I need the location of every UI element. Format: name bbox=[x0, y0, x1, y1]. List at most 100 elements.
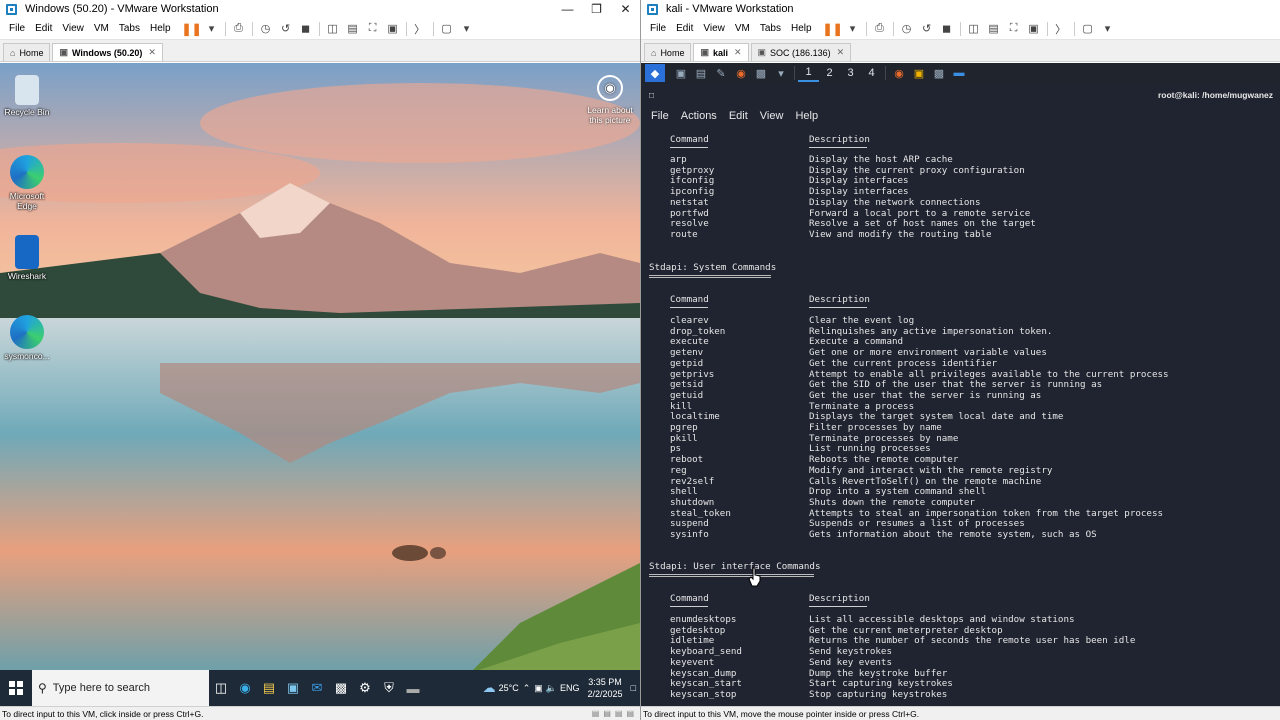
library-icon[interactable]: ◫ bbox=[964, 20, 984, 38]
terminal-icon[interactable]: ▩ bbox=[751, 64, 771, 82]
library-icon[interactable]: ◫ bbox=[323, 20, 343, 38]
tab-home[interactable]: ⌂ Home bbox=[3, 43, 51, 61]
weather-temp[interactable]: 25°C bbox=[499, 683, 519, 693]
send-ctrl-alt-del-icon[interactable]: ⎙ bbox=[229, 20, 249, 38]
dropdown-icon[interactable]: ▾ bbox=[457, 20, 477, 38]
app-icon[interactable]: ▬ bbox=[401, 670, 425, 706]
file-manager-icon[interactable]: ▤ bbox=[691, 64, 711, 82]
file-explorer-icon[interactable]: ▤ bbox=[257, 670, 281, 706]
menu-file[interactable]: File bbox=[645, 23, 671, 34]
network-icon[interactable]: ▣ bbox=[534, 683, 543, 694]
burp-icon[interactable]: ▣ bbox=[909, 64, 929, 82]
fullscreen-icon[interactable]: ⛶ bbox=[363, 20, 383, 38]
desktop-icon-recycle-bin[interactable]: Recycle Bin bbox=[2, 75, 52, 117]
learn-about-picture[interactable]: ◉ Learn about this picture bbox=[586, 75, 634, 125]
mail-icon[interactable]: ✉ bbox=[305, 670, 329, 706]
pause-icon[interactable]: ❚❚ bbox=[182, 20, 202, 38]
menu-help[interactable]: Help bbox=[786, 23, 817, 34]
console-icon[interactable]: 〉 bbox=[1051, 20, 1071, 38]
tab-windows[interactable]: ▣ Windows (50.20) ✕ bbox=[52, 43, 163, 61]
text-editor-icon[interactable]: ✎ bbox=[711, 64, 731, 82]
desktop-icon-edge[interactable]: Microsoft Edge bbox=[2, 155, 52, 211]
fullscreen-icon[interactable]: ⛶ bbox=[1004, 20, 1024, 38]
dropdown-icon[interactable]: ▾ bbox=[202, 20, 222, 38]
firefox-icon[interactable]: ◉ bbox=[889, 64, 909, 82]
weather-icon[interactable]: ☁ bbox=[483, 680, 496, 696]
terminal-icon[interactable]: ▩ bbox=[329, 670, 353, 706]
device-icon[interactable]: ▤ bbox=[603, 709, 611, 718]
restore-icon[interactable]: ❐ bbox=[582, 0, 611, 18]
unity-icon[interactable]: ▣ bbox=[1024, 20, 1044, 38]
security-icon[interactable]: ⛨ bbox=[377, 670, 401, 706]
firefox-icon[interactable]: ◉ bbox=[731, 64, 751, 82]
menu-vm[interactable]: VM bbox=[89, 23, 114, 34]
stretch-icon[interactable]: ▢ bbox=[437, 20, 457, 38]
menu-help[interactable]: Help bbox=[145, 23, 176, 34]
show-desktop-icon[interactable]: ▣ bbox=[671, 64, 691, 82]
windows-guest-screen[interactable]: Recycle Bin Microsoft Edge Wireshark sys… bbox=[0, 63, 640, 706]
revert-snapshot-icon[interactable]: ↺ bbox=[276, 20, 296, 38]
console-icon[interactable]: 〉 bbox=[410, 20, 430, 38]
menu-view[interactable]: View bbox=[698, 23, 730, 34]
menu-edit[interactable]: Edit bbox=[671, 23, 698, 34]
terminal-menu-help[interactable]: Help bbox=[795, 110, 818, 122]
terminal-menu-file[interactable]: File bbox=[651, 110, 669, 122]
device-icon[interactable]: ▤ bbox=[626, 709, 634, 718]
terminal-menu-actions[interactable]: Actions bbox=[681, 110, 717, 122]
close-tab-icon[interactable]: ✕ bbox=[148, 47, 156, 58]
folder-icon[interactable]: ▬ bbox=[949, 64, 969, 82]
revert-snapshot-icon[interactable]: ↺ bbox=[917, 20, 937, 38]
snapshot-manager-icon[interactable]: ◼ bbox=[937, 20, 957, 38]
desktop-icon-wireshark[interactable]: Wireshark bbox=[2, 235, 52, 281]
notification-icon[interactable]: □ bbox=[631, 683, 636, 693]
terminal-output[interactable]: Command Description arp Display the host AR… bbox=[641, 134, 1280, 706]
settings-icon[interactable]: ⚙ bbox=[353, 670, 377, 706]
task-view-icon[interactable]: ◫ bbox=[209, 670, 233, 706]
volume-icon[interactable]: 🔈 bbox=[546, 683, 557, 694]
tab-kali[interactable]: ▣ kali ✕ bbox=[693, 43, 749, 61]
desktop-icon-sysmon[interactable]: sysmonco... bbox=[2, 315, 52, 361]
workspace-2[interactable]: 2 bbox=[819, 64, 840, 82]
workspace-3[interactable]: 3 bbox=[840, 64, 861, 82]
taskbar-clock[interactable]: 3:35 PM 2/2/2025 bbox=[588, 676, 623, 700]
menu-vm[interactable]: VM bbox=[730, 23, 755, 34]
snapshot-icon[interactable]: ◷ bbox=[897, 20, 917, 38]
snapshot-manager-icon[interactable]: ◼ bbox=[296, 20, 316, 38]
close-tab-icon[interactable]: ✕ bbox=[734, 47, 742, 58]
close-tab-icon[interactable]: ✕ bbox=[837, 47, 845, 58]
chevron-up-icon[interactable]: ⌃ bbox=[523, 683, 531, 694]
stretch-icon[interactable]: ▢ bbox=[1078, 20, 1098, 38]
minimize-icon[interactable]: — bbox=[553, 0, 582, 18]
dropdown-icon[interactable]: ▾ bbox=[843, 20, 863, 38]
thumbnail-icon[interactable]: ▤ bbox=[984, 20, 1004, 38]
snapshot-icon[interactable]: ◷ bbox=[256, 20, 276, 38]
menu-view[interactable]: View bbox=[57, 23, 89, 34]
dropdown-icon[interactable]: ▾ bbox=[771, 64, 791, 82]
tab-home[interactable]: ⌂ Home bbox=[644, 43, 692, 61]
send-ctrl-alt-del-icon[interactable]: ⎙ bbox=[870, 20, 890, 38]
menu-file[interactable]: File bbox=[4, 23, 30, 34]
pause-icon[interactable]: ❚❚ bbox=[823, 20, 843, 38]
kali-menu-icon[interactable]: ◆ bbox=[645, 64, 665, 82]
unity-icon[interactable]: ▣ bbox=[383, 20, 403, 38]
device-icon[interactable]: ▤ bbox=[592, 709, 600, 718]
terminal-menu-edit[interactable]: Edit bbox=[729, 110, 748, 122]
menu-edit[interactable]: Edit bbox=[30, 23, 57, 34]
device-icon[interactable]: ▤ bbox=[615, 709, 623, 718]
edge-icon[interactable]: ◉ bbox=[233, 670, 257, 706]
close-icon[interactable]: ✕ bbox=[611, 0, 640, 18]
workspace-4[interactable]: 4 bbox=[861, 64, 882, 82]
workspace-1[interactable]: 1 bbox=[798, 64, 819, 82]
menu-tabs[interactable]: Tabs bbox=[114, 23, 145, 34]
terminal-icon[interactable]: ▩ bbox=[929, 64, 949, 82]
menu-tabs[interactable]: Tabs bbox=[755, 23, 786, 34]
taskbar-search-input[interactable]: ⚲ Type here to search bbox=[32, 670, 209, 706]
start-button[interactable] bbox=[0, 670, 32, 706]
language-indicator[interactable]: ENG bbox=[560, 683, 580, 693]
dropdown-icon[interactable]: ▾ bbox=[1098, 20, 1118, 38]
store-icon[interactable]: ▣ bbox=[281, 670, 305, 706]
tab-soc[interactable]: ▣ SOC (186.136) ✕ bbox=[750, 43, 852, 61]
terminal-menu-view[interactable]: View bbox=[760, 110, 784, 122]
thumbnail-icon[interactable]: ▤ bbox=[343, 20, 363, 38]
kali-guest-screen[interactable]: ◆ ▣ ▤ ✎ ◉ ▩ ▾ 1 2 3 4 ◉ ▣ ▩ ▬ □ root@kal… bbox=[641, 63, 1280, 706]
